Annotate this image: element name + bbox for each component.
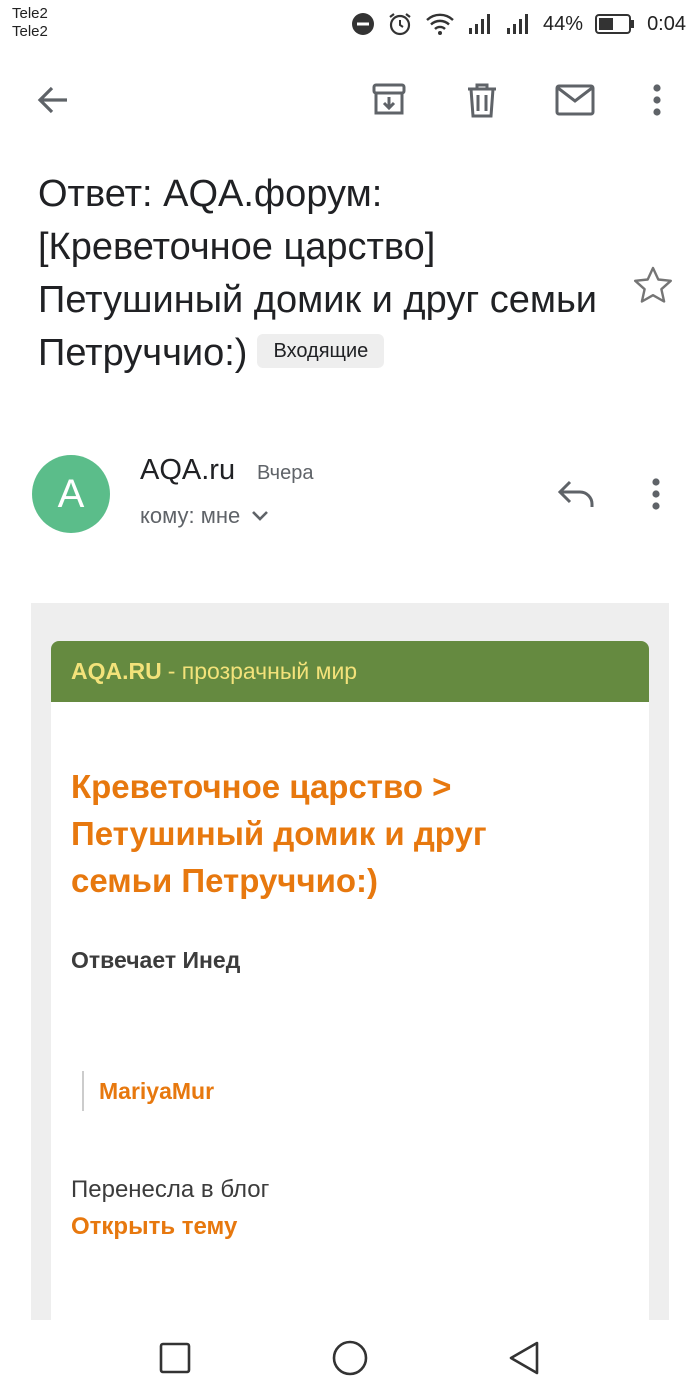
brand-name[interactable]: AQA.RU (71, 658, 162, 685)
star-outline-icon (633, 266, 673, 309)
more-vert-icon (652, 83, 662, 122)
wifi-icon (425, 12, 455, 36)
reply-button[interactable] (552, 472, 600, 520)
recipient-details-toggle[interactable]: кому: мне (140, 503, 270, 529)
author-line: Отвечает Инед (71, 947, 241, 973)
brand-tagline: - прозрачный мир (167, 658, 358, 684)
battery-icon (595, 13, 635, 35)
recents-square-icon (158, 1341, 192, 1380)
delete-button[interactable] (456, 76, 508, 128)
signal-icon (467, 12, 493, 36)
quote-author-link[interactable]: MariyaMur (99, 1078, 214, 1105)
back-triangle-icon (507, 1340, 541, 1381)
message-text: Перенесла в блог (71, 1176, 270, 1203)
avatar[interactable]: A (32, 455, 110, 533)
open-topic-link[interactable]: Открыть тему (71, 1213, 237, 1241)
archive-icon (371, 82, 407, 123)
back-arrow-icon (36, 83, 70, 122)
email-subject: Ответ: AQA.форум: [Креветочное царство] … (38, 168, 598, 380)
message-more-button[interactable] (632, 472, 680, 520)
sender-date: Вчера (257, 462, 314, 484)
toolbar (0, 60, 700, 144)
archive-button[interactable] (363, 76, 415, 128)
inbox-label-chip[interactable]: Входящие (257, 333, 385, 368)
star-button[interactable] (630, 264, 676, 310)
clock: 0:04 (647, 12, 686, 35)
email-header-banner: AQA.RU - прозрачный мир (51, 641, 649, 702)
mail-icon (555, 84, 595, 121)
carrier-label: Tele2 (12, 5, 48, 22)
recipient-text: кому: мне (140, 503, 241, 528)
battery-percent: 44% (543, 12, 584, 35)
trash-icon (465, 82, 499, 123)
more-options-button[interactable] (631, 76, 683, 128)
more-vert-icon (651, 477, 661, 516)
chevron-down-icon (250, 503, 270, 529)
home-circle-icon (331, 1339, 369, 1382)
mark-unread-button[interactable] (549, 76, 601, 128)
system-nav-bar (0, 1320, 700, 1400)
status-icons: 44% 0:04 (351, 10, 686, 38)
do-not-disturb-icon (351, 12, 375, 36)
status-bar: Tele2 Tele2 44% 0:04 (0, 0, 700, 48)
email-card: AQA.RU - прозрачный мир Креветочное царс… (51, 641, 649, 1323)
back-button[interactable] (27, 76, 79, 128)
carrier-label: Tele2 (12, 23, 48, 40)
sender-name: AQA.ru (140, 454, 236, 486)
signal-icon (505, 12, 531, 36)
topic-title-link[interactable]: Креветочное царство > Петушиный домик и … (71, 763, 591, 904)
alarm-icon (387, 11, 413, 37)
home-button[interactable] (324, 1334, 376, 1386)
quote-block: MariyaMur (82, 1071, 214, 1111)
reply-icon (557, 479, 595, 514)
system-back-button[interactable] (498, 1334, 550, 1386)
recents-button[interactable] (149, 1334, 201, 1386)
